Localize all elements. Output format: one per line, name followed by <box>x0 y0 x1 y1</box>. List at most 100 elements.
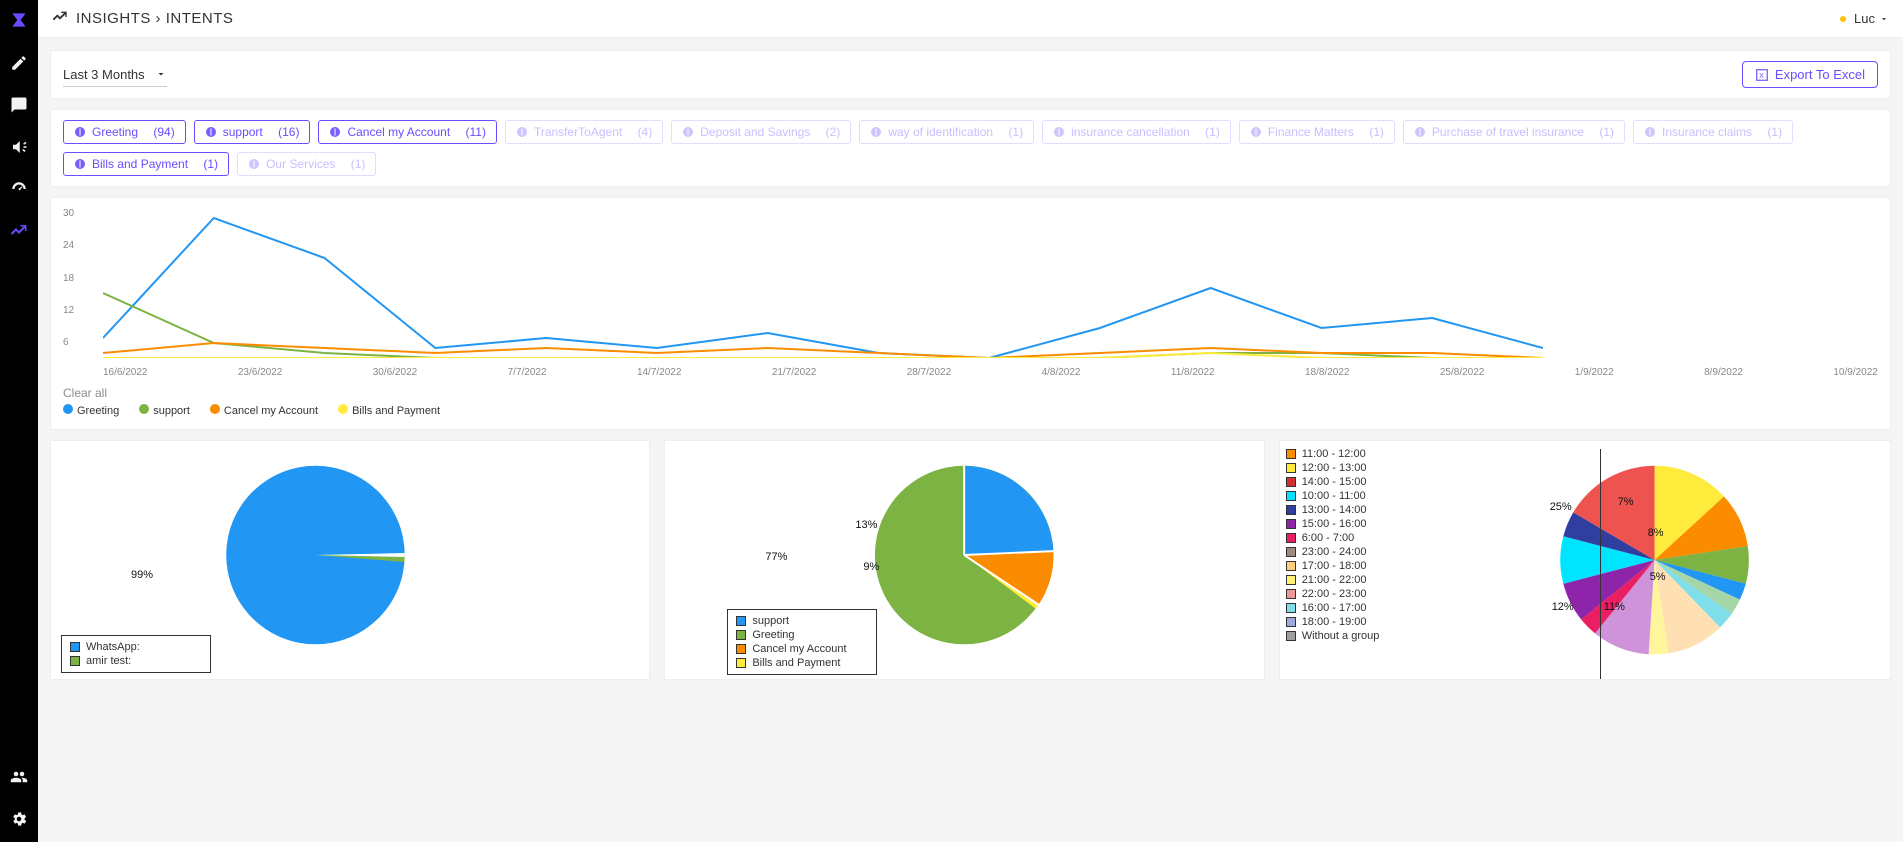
range-card: Last 3 Months X Export To Excel <box>50 50 1891 99</box>
excel-icon: X <box>1755 68 1769 82</box>
x-tick: 14/7/2022 <box>637 367 682 378</box>
edit-icon[interactable] <box>10 54 28 72</box>
x-tick: 4/8/2022 <box>1042 367 1081 378</box>
intent-chip[interactable]: Cancel my Account (11) <box>318 120 497 144</box>
y-tick: 6 <box>63 337 74 348</box>
legend-item[interactable]: support <box>139 404 190 417</box>
dashboard-icon[interactable] <box>10 180 28 198</box>
intent-chip[interactable]: Purchase of travel insurance (1) <box>1403 120 1625 144</box>
intent-chip[interactable]: Our Services (1) <box>237 152 376 176</box>
x-tick: 1/9/2022 <box>1575 367 1614 378</box>
legend-item[interactable]: Greeting <box>736 628 868 642</box>
legend-item[interactable]: Bills and Payment <box>736 656 868 670</box>
x-tick: 10/9/2022 <box>1833 367 1878 378</box>
chevron-down-icon <box>1879 14 1889 24</box>
users-icon[interactable] <box>10 768 28 786</box>
x-tick: 7/7/2022 <box>508 367 547 378</box>
export-label: Export To Excel <box>1775 67 1865 82</box>
legend-item[interactable]: 17:00 - 18:00 <box>1286 559 1380 573</box>
legend-item[interactable]: 16:00 - 17:00 <box>1286 601 1380 615</box>
y-tick: 18 <box>63 273 74 284</box>
legend-item[interactable]: 14:00 - 15:00 <box>1286 475 1380 489</box>
legend-item[interactable]: 21:00 - 22:00 <box>1286 573 1380 587</box>
y-tick: 24 <box>63 240 74 251</box>
y-axis: 30 24 18 12 6 <box>63 208 74 348</box>
intent-chip-card: Greeting (94) support (16) Cancel my Accou… <box>50 109 1891 187</box>
line-chart-card: 302418126 16/6/202223/6/202230/6/20227/7… <box>50 197 1891 430</box>
user-name: Luc <box>1854 11 1875 26</box>
svg-text:X: X <box>1759 72 1764 79</box>
breadcrumb: INSIGHTS › INTENTS <box>76 10 233 27</box>
legend-item[interactable]: 13:00 - 14:00 <box>1286 503 1380 517</box>
intent-chip[interactable]: Greeting (94) <box>63 120 186 144</box>
pie3-label-d: 5% <box>1650 571 1666 583</box>
intent-chip[interactable]: TransferToAgent (4) <box>505 120 663 144</box>
x-tick: 28/7/2022 <box>907 367 952 378</box>
settings-icon[interactable] <box>10 810 28 828</box>
line-legend: Greeting support Cancel my Account Bills an… <box>63 404 1878 417</box>
main: INSIGHTS › INTENTS Luc Last 3 Months X E… <box>38 0 1903 842</box>
sidebar <box>0 0 38 842</box>
pie-chart-hours: 25% 7% 8% 5% 11% 12% 11:00 - 12:0012:00 … <box>1279 440 1891 680</box>
legend-item[interactable]: Greeting <box>63 404 119 417</box>
app-logo-icon <box>9 10 29 30</box>
legend-item[interactable]: Bills and Payment <box>338 404 440 417</box>
date-range-label: Last 3 Months <box>63 67 145 82</box>
pie3-legend: 11:00 - 12:0012:00 - 13:0014:00 - 15:001… <box>1286 447 1380 643</box>
insights-icon[interactable] <box>10 222 28 240</box>
legend-item[interactable]: 23:00 - 24:00 <box>1286 545 1380 559</box>
breadcrumb-page: INTENTS <box>166 10 234 27</box>
legend-item[interactable]: 12:00 - 13:00 <box>1286 461 1380 475</box>
y-tick: 12 <box>63 305 74 316</box>
breadcrumb-sep: › <box>156 10 166 27</box>
line-chart <box>103 208 1878 361</box>
page-body: Last 3 Months X Export To Excel Greeting… <box>38 38 1903 692</box>
legend-item[interactable]: 11:00 - 12:00 <box>1286 447 1380 461</box>
legend-item[interactable]: 18:00 - 19:00 <box>1286 615 1380 629</box>
pie3-divider <box>1600 449 1601 679</box>
pie3-label-b: 7% <box>1618 496 1634 508</box>
chat-icon[interactable] <box>10 96 28 114</box>
pie2-label-b: 9% <box>863 561 879 573</box>
intent-chip[interactable]: way of identification (1) <box>859 120 1034 144</box>
pie2-legend: supportGreetingCancel my AccountBills an… <box>727 609 877 675</box>
pie-value-label: 99% <box>131 569 153 581</box>
legend-item[interactable]: WhatsApp: <box>70 640 202 654</box>
user-menu[interactable]: Luc <box>1840 11 1889 26</box>
export-excel-button[interactable]: X Export To Excel <box>1742 61 1878 88</box>
x-tick: 18/8/2022 <box>1305 367 1350 378</box>
status-dot-icon <box>1840 16 1846 22</box>
intent-chip[interactable]: Deposit and Savings (2) <box>671 120 851 144</box>
y-tick: 30 <box>63 208 74 219</box>
intent-chip[interactable]: insurance cancellation (1) <box>1042 120 1231 144</box>
legend-item[interactable]: Cancel my Account <box>210 404 318 417</box>
legend-item[interactable]: support <box>736 614 868 628</box>
pie-chart-channels: 99% WhatsApp:amir test: <box>50 440 650 680</box>
x-tick: 23/6/2022 <box>238 367 283 378</box>
intent-chip[interactable]: support (16) <box>194 120 311 144</box>
intent-chip[interactable]: Insurance claims (1) <box>1633 120 1793 144</box>
date-range-select[interactable]: Last 3 Months <box>63 63 167 87</box>
broadcast-icon[interactable] <box>10 138 28 156</box>
legend-item[interactable]: 10:00 - 11:00 <box>1286 489 1380 503</box>
legend-item[interactable]: amir test: <box>70 654 202 668</box>
intent-chip[interactable]: Finance Matters (1) <box>1239 120 1395 144</box>
legend-item[interactable]: Cancel my Account <box>736 642 868 656</box>
pie-row: 99% WhatsApp:amir test: <box>50 440 1891 680</box>
x-tick: 8/9/2022 <box>1704 367 1743 378</box>
x-axis: 16/6/202223/6/202230/6/20227/7/202214/7/… <box>103 367 1878 378</box>
pie3-label-a: 25% <box>1550 501 1572 513</box>
x-tick: 16/6/2022 <box>103 367 148 378</box>
x-tick: 11/8/2022 <box>1171 367 1215 378</box>
legend-item[interactable]: 22:00 - 23:00 <box>1286 587 1380 601</box>
clear-all-link[interactable]: Clear all <box>63 386 1878 400</box>
breadcrumb-section: INSIGHTS <box>76 10 151 27</box>
pie3-label-f: 12% <box>1552 601 1574 613</box>
intent-chip[interactable]: Bills and Payment (1) <box>63 152 229 176</box>
x-tick: 25/8/2022 <box>1440 367 1485 378</box>
legend-item[interactable]: Without a group <box>1286 629 1380 643</box>
intent-chip-list: Greeting (94) support (16) Cancel my Accou… <box>63 120 1878 176</box>
pie3-label-c: 8% <box>1648 527 1664 539</box>
legend-item[interactable]: 6:00 - 7:00 <box>1286 531 1380 545</box>
legend-item[interactable]: 15:00 - 16:00 <box>1286 517 1380 531</box>
